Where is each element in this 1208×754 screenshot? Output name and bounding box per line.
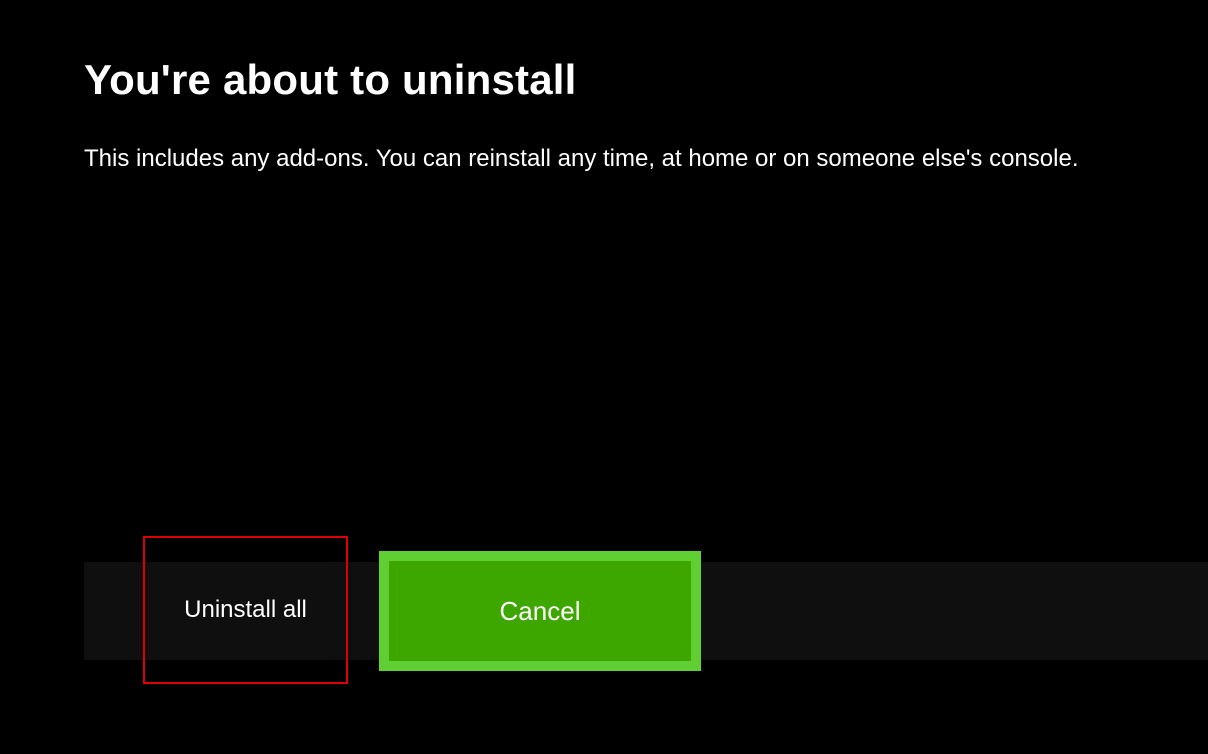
dialog-content: You're about to uninstall This includes …: [0, 0, 1208, 176]
dialog-subtitle: This includes any add-ons. You can reins…: [84, 142, 1124, 176]
dialog-title: You're about to uninstall: [84, 56, 1124, 104]
cancel-button[interactable]: Cancel: [379, 551, 701, 671]
uninstall-all-button[interactable]: Uninstall all: [143, 536, 348, 684]
cancel-button-label: Cancel: [500, 596, 581, 627]
uninstall-button-label: Uninstall all: [184, 596, 307, 624]
